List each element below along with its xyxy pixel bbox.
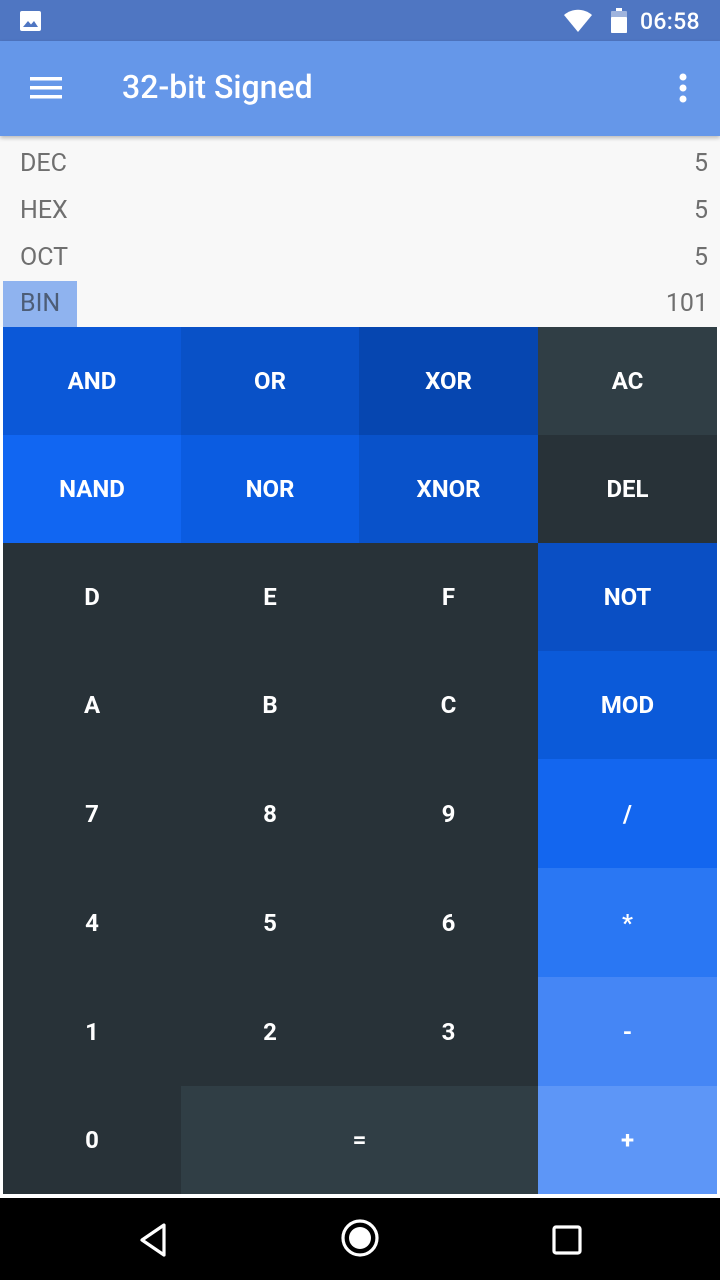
- f-key[interactable]: F: [359, 543, 538, 651]
- d-key[interactable]: D: [3, 543, 181, 651]
- plus-key[interactable]: +: [538, 1086, 717, 1194]
- battery-icon: [611, 8, 627, 33]
- not-key[interactable]: NOT: [538, 543, 717, 651]
- keypad: AND OR XOR AC NAND NOR XNOR DEL D E F NO…: [3, 327, 717, 1194]
- and-key[interactable]: AND: [3, 327, 181, 435]
- readout-label: OCT: [20, 243, 69, 272]
- digit-9-key[interactable]: 9: [359, 759, 538, 868]
- readout-bin[interactable]: BIN 101: [3, 281, 717, 327]
- digit-1-key[interactable]: 1: [3, 977, 181, 1086]
- nav-bar: [0, 1198, 720, 1280]
- readout-oct[interactable]: OCT 5: [3, 235, 717, 281]
- recents-icon[interactable]: [551, 1224, 583, 1256]
- c-key[interactable]: C: [359, 651, 538, 759]
- back-icon[interactable]: [136, 1220, 172, 1260]
- home-icon[interactable]: [339, 1217, 381, 1259]
- nand-key[interactable]: NAND: [3, 435, 181, 543]
- digit-3-key[interactable]: 3: [359, 977, 538, 1086]
- readout-value: 5: [693, 149, 708, 178]
- digit-6-key[interactable]: 6: [359, 868, 538, 977]
- digit-5-key[interactable]: 5: [181, 868, 359, 977]
- multiply-key[interactable]: *: [538, 868, 717, 977]
- readout-label: DEC: [20, 149, 67, 178]
- e-key[interactable]: E: [181, 543, 359, 651]
- readout-dec[interactable]: DEC 5: [3, 141, 717, 187]
- page-title: 32-bit Signed: [122, 68, 313, 106]
- del-key[interactable]: DEL: [538, 435, 717, 543]
- divide-key[interactable]: /: [538, 759, 717, 868]
- image-icon: [20, 11, 41, 31]
- xnor-key[interactable]: XNOR: [359, 435, 538, 543]
- digit-0-key[interactable]: 0: [3, 1086, 181, 1194]
- digit-7-key[interactable]: 7: [3, 759, 181, 868]
- digit-2-key[interactable]: 2: [181, 977, 359, 1086]
- a-key[interactable]: A: [3, 651, 181, 759]
- xor-key[interactable]: XOR: [359, 327, 538, 435]
- equals-key[interactable]: =: [181, 1086, 538, 1194]
- wifi-icon: [564, 9, 592, 32]
- readout-value: 101: [665, 289, 708, 318]
- status-clock: 06:58: [640, 8, 700, 35]
- readout-label: BIN: [3, 281, 78, 327]
- mod-key[interactable]: MOD: [538, 651, 717, 759]
- app-bar: 32-bit Signed: [0, 41, 720, 136]
- base-readouts: DEC 5 HEX 5 OCT 5 BIN 101: [0, 136, 720, 327]
- readout-value: 5: [693, 196, 708, 225]
- ac-key[interactable]: AC: [538, 327, 717, 435]
- digit-4-key[interactable]: 4: [3, 868, 181, 977]
- status-bar: 06:58: [0, 0, 720, 41]
- minus-key[interactable]: -: [538, 977, 717, 1086]
- b-key[interactable]: B: [181, 651, 359, 759]
- more-vert-icon[interactable]: [663, 68, 703, 108]
- readout-value: 5: [693, 243, 708, 272]
- or-key[interactable]: OR: [181, 327, 359, 435]
- menu-icon[interactable]: [25, 72, 67, 104]
- nor-key[interactable]: NOR: [181, 435, 359, 543]
- readout-label: HEX: [20, 196, 68, 225]
- readout-hex[interactable]: HEX 5: [3, 188, 717, 234]
- digit-8-key[interactable]: 8: [181, 759, 359, 868]
